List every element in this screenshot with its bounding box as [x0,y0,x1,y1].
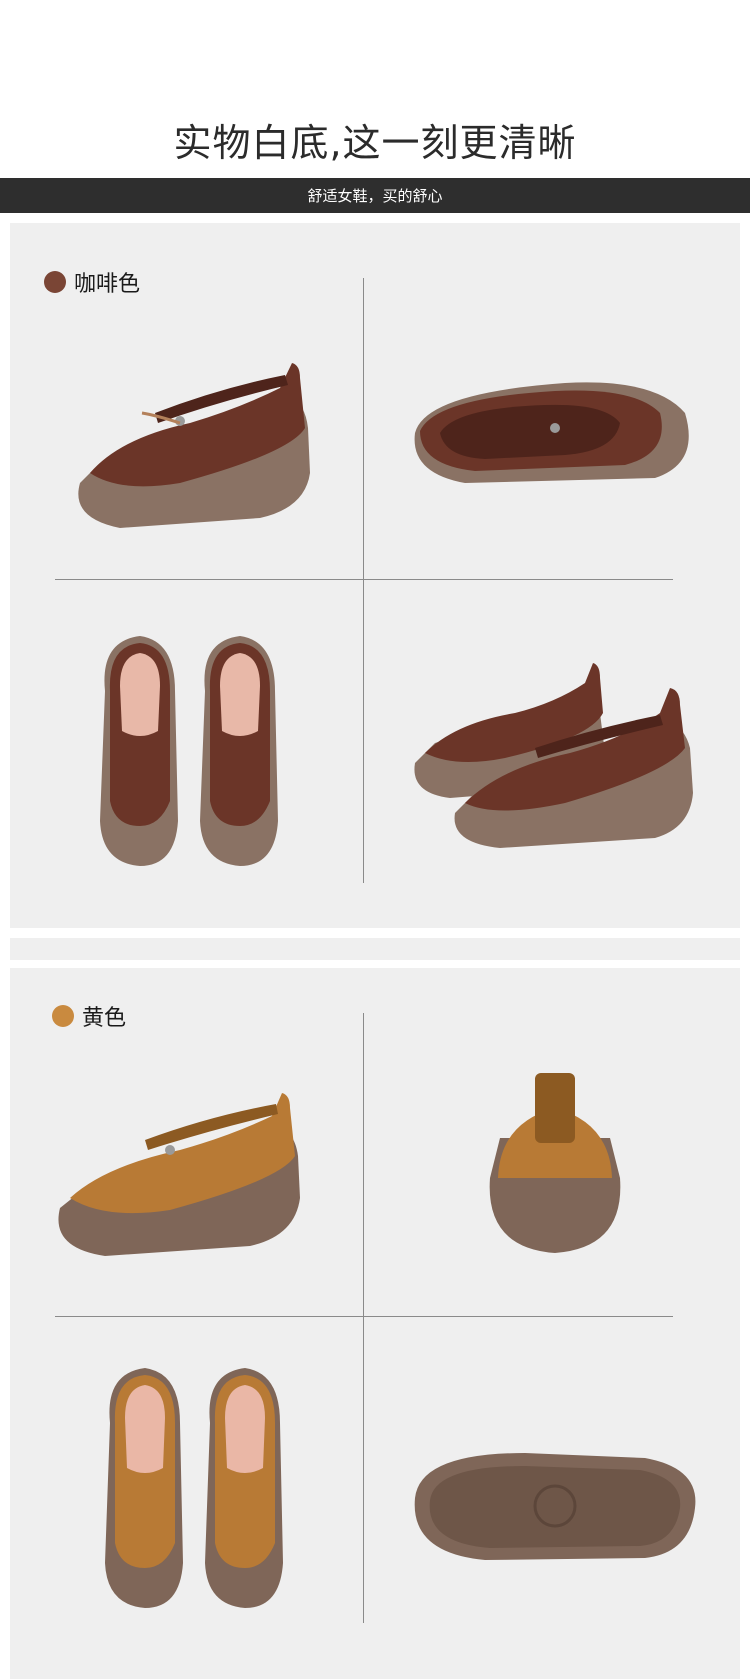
shoe-side-view [50,1078,310,1268]
shoe-heel-view [480,1068,630,1258]
shoe-pair-top-view [90,631,300,871]
color-name: 黄色 [82,1006,127,1031]
shoe-side-view [60,343,320,543]
panel-separator [10,938,740,960]
grid-divider-vertical [363,278,364,883]
color-label-coffee: 咖啡色 [44,266,140,298]
grid-divider-vertical [363,1013,364,1623]
grid-divider-horizontal [55,1316,673,1317]
color-label-yellow: 黄色 [52,1000,126,1032]
shoe-inside-view [405,373,705,503]
shoe-sole-view [405,1448,705,1568]
shoe-pair-top-view [95,1363,305,1613]
grid-divider-horizontal [55,579,673,580]
banner: 舒适女鞋，买的舒心 [0,178,750,213]
yellow-panel: 黄色 [10,968,740,1679]
swatch-coffee [44,271,66,293]
coffee-panel: 咖啡色 [10,223,740,928]
shoe-pair-angle-view [405,643,705,853]
headline: 实物白底,这一刻更清晰 [173,121,577,165]
color-name: 咖啡色 [74,272,141,297]
swatch-yellow [52,1005,74,1027]
